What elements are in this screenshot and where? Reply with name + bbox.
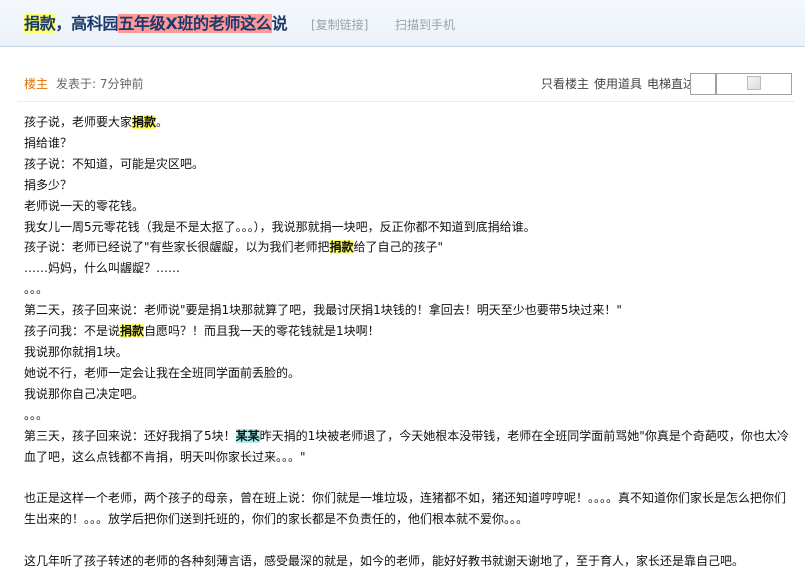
post-line: 孩子说，老师要大家捐款。 [24,115,169,129]
post-line: 孩子说：不知道，可能是灾区吧。 [24,156,205,171]
post-line: 孩子问我：不是说捐款自愿吗？！而且我一天的零花钱就是1块啊！ [24,324,380,339]
post-line: 也正是这样一个老师，两个孩子的母亲，曾在班上说：你们就是一堆垃圾，连猪都不如，猪… [24,491,787,527]
post-line: 老师说一天的零花钱。 [24,198,145,213]
post-time: 发表于: 7分钟前 [56,77,144,91]
scan-to-phone-link[interactable]: 扫描到手机 [395,16,455,33]
keyword-highlight: 捐款 [120,324,145,339]
post-line: 我说那你就捐1块。 [24,344,128,359]
title-keyword: 捐款 [24,14,56,33]
post-line: 这几年听了孩子转述的老师的各种刻薄言语，感受最深的就是，如今的老师，能好好教书就… [24,554,745,568]
title-text-end: 说 [271,14,288,33]
keyword-highlight: 某某 [235,428,260,443]
post-line: 孩子说：老师已经说了"有些家长很龌龊，以为我们老师把捐款给了自己的孩子" [24,240,444,255]
use-item-link[interactable]: 使用道具 [594,77,642,91]
thread-title: 捐款，高科园五年级X班的老师这么说 [24,10,288,34]
post-line: ……妈妈，什么叫龌龊？…… [24,261,181,276]
divider [18,101,793,102]
elevator-link[interactable]: 电梯直达 [647,77,695,91]
post-line: 捐多少？ [24,177,73,192]
keyword-highlight: 捐款 [329,240,354,255]
title-text: ，高科园 [55,14,119,33]
post-line: 她说不行，老师一定会让我在全班同学面前丢脸的。 [24,365,301,380]
post-line: 捐给谁？ [24,135,73,150]
post-body: 孩子说，老师要大家捐款。 捐给谁？ 孩子说：不知道，可能是灾区吧。 捐多少？ 老… [24,112,794,572]
post-line: 第二天，孩子回来说：老师说"要是捐1块那就算了吧，我最讨厌捐1块钱的！拿回去！明… [24,303,622,318]
copy-link-button[interactable]: [复制链接] [311,16,368,33]
floor-number-input[interactable] [690,73,716,95]
post-line: 我女儿一周5元零花钱（我是不是太抠了。。。），我说那就捐一块吧，反正你都不知道到… [24,219,536,234]
broken-image-icon [747,76,761,90]
post-line: 我说那你自己决定吧。 [24,386,145,401]
post-line: 。。。 [24,282,49,297]
post-line: 。。。 [24,407,49,422]
keyword-highlight: 捐款 [132,115,157,129]
title-highlight: 五年级X班的老师这么 [118,14,272,33]
post-line: 第三天，孩子回来说：还好我捐了5块！某某昨天捐的1块被老师退了，今天她根本没带钱… [24,428,789,464]
post-meta: 楼主 发表于: 7分钟前 [24,75,144,92]
thread-header: 捐款，高科园五年级X班的老师这么说 [复制链接] 扫描到手机 [0,0,805,47]
post-tools: 只看楼主 使用道具 电梯直达 [536,75,695,92]
only-op-link[interactable]: 只看楼主 [541,77,589,91]
floor-label: 楼主 [24,77,49,91]
